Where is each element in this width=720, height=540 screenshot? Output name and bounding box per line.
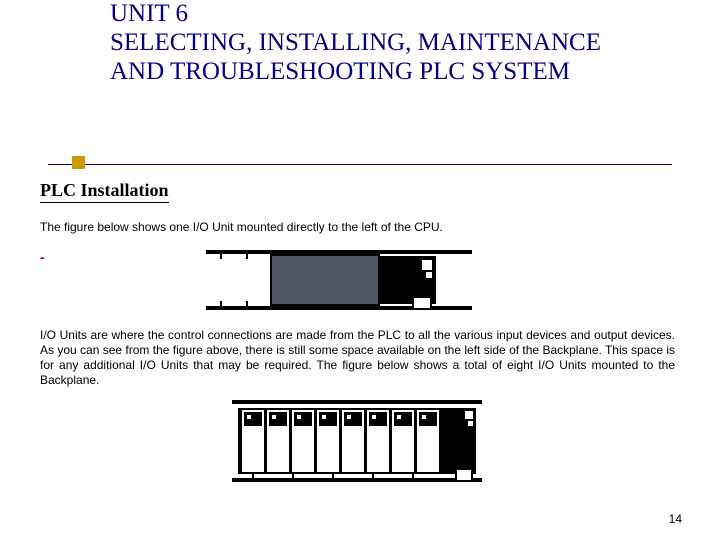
title-bullet-icon [72,156,85,169]
rail-tick [252,472,254,478]
io-unit [415,410,441,472]
red-dash-marker: - [40,249,45,265]
rail-tick [372,472,374,478]
cpu-port-icon [455,468,473,482]
cpu-indicator-icon [468,421,473,426]
backplane-rail-bottom [232,478,482,482]
rail-tick [246,301,248,306]
cpu-indicator-icon [422,260,432,270]
cpu-unit [442,408,476,474]
mid-paragraph: I/O Units are where the control connecti… [40,328,675,388]
rail-tick [292,472,294,478]
intro-paragraph: The figure below shows one I/O Unit moun… [40,220,675,235]
title-underline [48,164,672,165]
title-main: SELECTING, INSTALLING, MAINTENANCE AND T… [110,29,650,87]
io-unit [240,410,266,472]
rail-tick [332,472,334,478]
figure-single-io-backplane [206,250,472,310]
io-unit [340,410,366,472]
section-heading: PLC Installation [40,180,169,203]
io-unit [390,410,416,472]
page-number: 14 [669,512,682,526]
slide-title: UNIT 6 SELECTING, INSTALLING, MAINTENANC… [110,0,650,86]
rail-tick [220,254,222,259]
io-unit [315,410,341,472]
io-unit [290,410,316,472]
rail-tick [220,301,222,306]
figure-eight-io-backplane [232,400,482,482]
io-unit [272,256,378,304]
rail-tick [412,472,414,478]
io-unit [265,410,291,472]
backplane-rail-top [232,400,482,404]
cpu-indicator-icon [465,411,473,419]
cpu-unit [380,256,436,304]
rail-tick [246,254,248,259]
io-unit [365,410,391,472]
unit-line: UNIT 6 [110,0,650,29]
backplane-rail-bottom [206,306,472,310]
cpu-indicator-icon [426,272,432,278]
cpu-port-icon [412,296,432,310]
